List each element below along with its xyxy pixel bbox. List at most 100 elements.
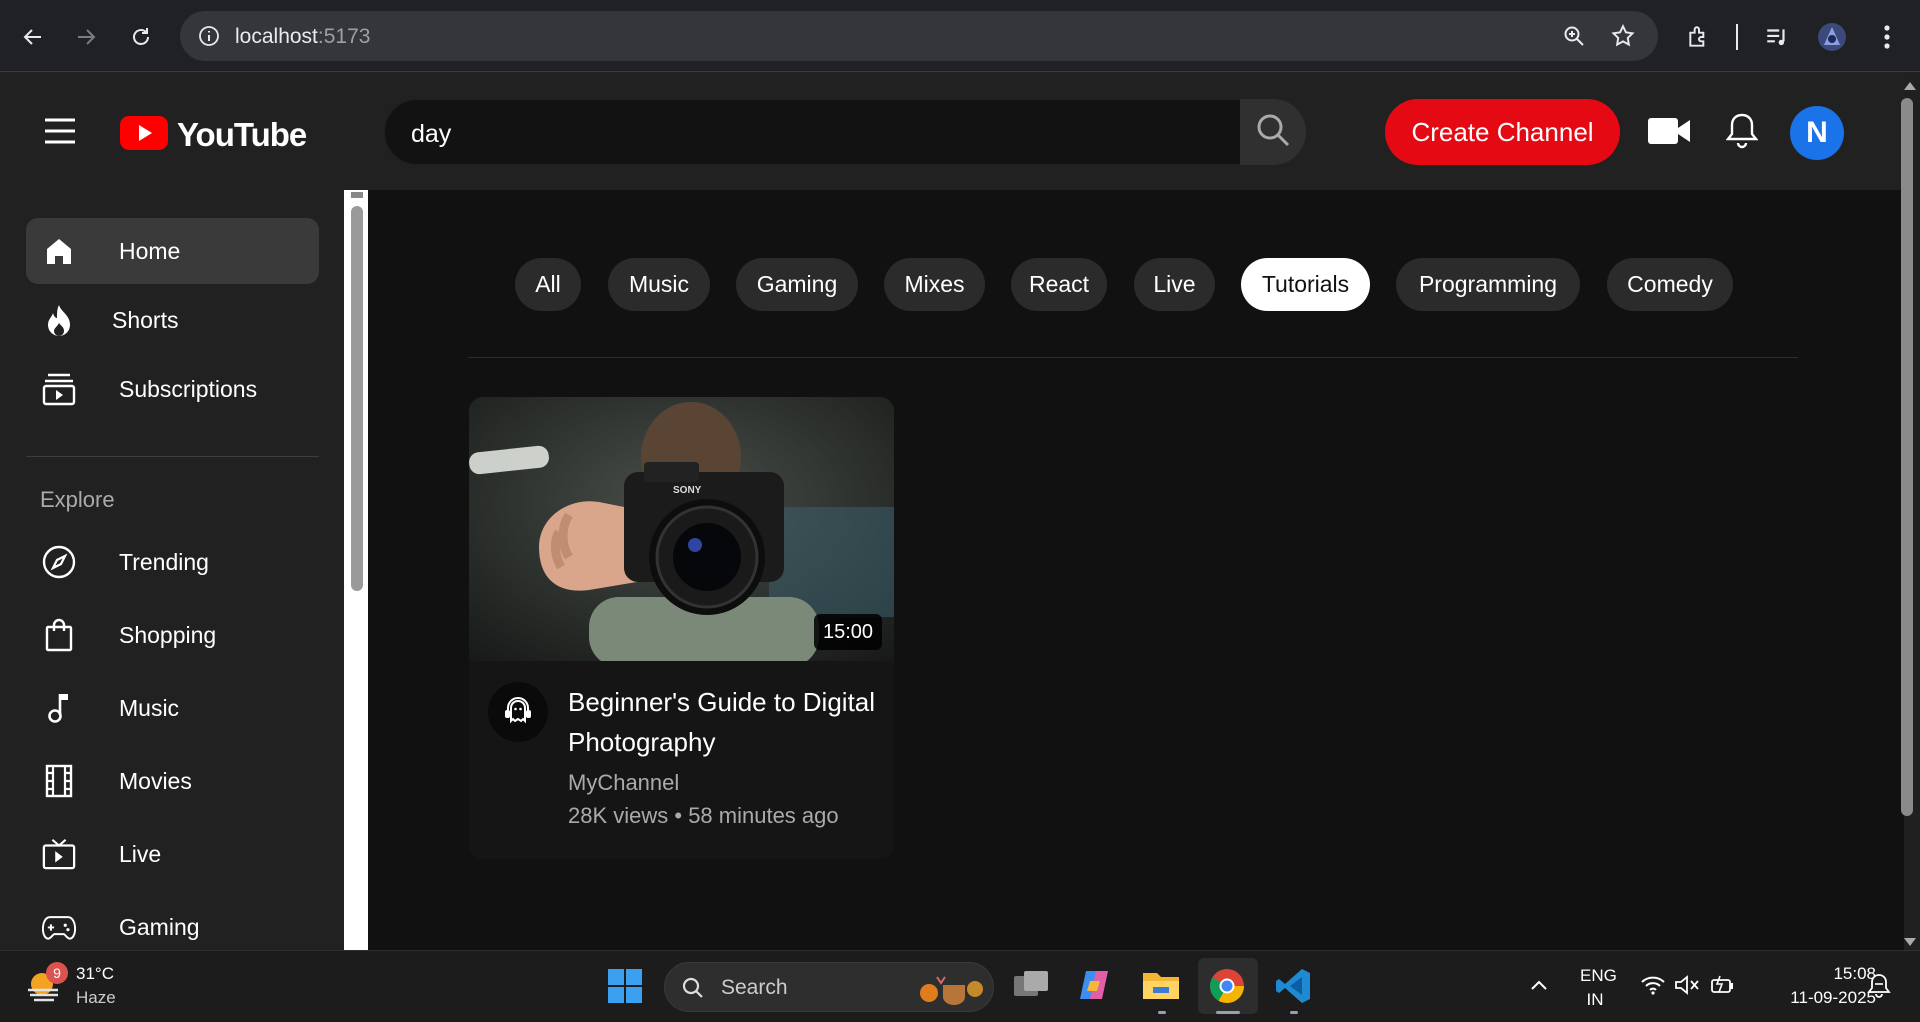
url-host: localhost <box>235 25 318 48</box>
scroll-up-arrow-icon[interactable] <box>1903 78 1917 96</box>
shopping-bag-icon <box>42 618 76 652</box>
chip-mixes[interactable]: Mixes <box>884 258 985 311</box>
gamepad-icon <box>42 910 76 944</box>
live-tv-icon <box>42 837 76 871</box>
copilot-icon[interactable] <box>1076 967 1112 1008</box>
vscode-icon[interactable] <box>1274 967 1312 1010</box>
sidebar-item-label: Music <box>119 694 180 721</box>
page-scrollbar-thumb[interactable] <box>1901 98 1913 816</box>
user-avatar[interactable]: N <box>1790 106 1844 160</box>
search-icon <box>681 976 705 1005</box>
zoom-icon[interactable] <box>1562 24 1586 53</box>
chip-live[interactable]: Live <box>1134 258 1215 311</box>
search-button[interactable] <box>1240 99 1306 165</box>
temperature: 31°C <box>76 964 114 983</box>
home-icon <box>42 234 76 268</box>
more-menu-icon[interactable] <box>1870 20 1904 54</box>
compass-icon <box>42 545 76 579</box>
extensions-icon[interactable] <box>1682 20 1716 54</box>
address-bar[interactable]: localhost:5173 <box>180 11 1658 61</box>
weather-badge: 9 <box>46 962 68 984</box>
url-port: :5173 <box>317 25 371 48</box>
file-explorer-indicator <box>1158 1011 1166 1014</box>
ghost-headphones-icon <box>500 692 536 733</box>
bookmark-star-icon[interactable] <box>1610 23 1636 54</box>
chip-tutorials[interactable]: Tutorials <box>1241 258 1370 311</box>
video-camera-icon[interactable] <box>1648 116 1690 151</box>
clock[interactable]: 15:08 11-09-2025 <box>1760 964 1876 1008</box>
site-info-icon[interactable] <box>198 25 220 52</box>
sidebar-scrollbar-thumb[interactable] <box>351 206 363 591</box>
sidebar-item-trending[interactable]: Trending <box>26 529 319 595</box>
sidebar-item-label: Shopping <box>119 621 217 648</box>
profile-avatar-icon[interactable] <box>1815 20 1849 54</box>
toolbar-separator <box>1736 24 1738 50</box>
sidebar: Home Shorts Subscriptions Explore Trendi… <box>0 190 344 950</box>
sidebar-item-gaming[interactable]: Gaming <box>26 894 319 950</box>
sidebar-item-label: Gaming <box>119 913 200 940</box>
sidebar-item-label: Movies <box>119 767 192 794</box>
taskbar-search[interactable]: Search <box>664 962 994 1012</box>
chip-all[interactable]: All <box>515 258 581 311</box>
chip-programming[interactable]: Programming <box>1396 258 1580 311</box>
sidebar-item-label: Subscriptions <box>119 375 258 402</box>
browser-toolbar: localhost:5173 <box>0 0 1920 72</box>
sidebar-item-music[interactable]: Music <box>26 675 319 741</box>
chip-music[interactable]: Music <box>608 258 710 311</box>
sidebar-item-movies[interactable]: Movies <box>26 748 319 814</box>
film-icon <box>42 764 76 798</box>
video-duration-badge: 15:00 <box>814 614 882 650</box>
music-note-icon <box>42 691 76 725</box>
language-code: ENG <box>1580 966 1617 985</box>
back-icon[interactable] <box>16 20 50 54</box>
chip-react[interactable]: React <box>1011 258 1107 311</box>
file-explorer-icon[interactable] <box>1141 967 1181 1008</box>
language-indicator[interactable]: ENG IN <box>1580 966 1617 1010</box>
volume-muted-icon[interactable] <box>1674 974 1700 1001</box>
forward-icon[interactable] <box>69 20 103 54</box>
wifi-icon[interactable] <box>1640 974 1666 1001</box>
svg-text:SONY: SONY <box>673 485 702 496</box>
chip-comedy[interactable]: Comedy <box>1607 258 1733 311</box>
url-text: localhost:5173 <box>235 25 370 49</box>
windows-start-icon[interactable] <box>607 968 643 1009</box>
explore-heading: Explore <box>40 487 115 512</box>
notifications-bell-icon[interactable] <box>1725 112 1759 155</box>
sidebar-item-shopping[interactable]: Shopping <box>26 602 319 668</box>
subscriptions-icon <box>42 372 76 406</box>
media-control-icon[interactable] <box>1760 20 1794 54</box>
weather-condition: Haze <box>76 988 116 1007</box>
task-view-icon[interactable] <box>1012 968 1050 1007</box>
sidebar-item-label: Shorts <box>112 306 179 333</box>
show-hidden-icons-chevron-icon[interactable] <box>1530 978 1548 996</box>
chrome-active-indicator <box>1216 1011 1240 1014</box>
reload-icon[interactable] <box>124 20 158 54</box>
hamburger-menu-icon[interactable] <box>44 117 76 150</box>
sidebar-item-live[interactable]: Live <box>26 821 319 887</box>
logo-text[interactable]: YouTube <box>177 116 307 154</box>
battery-charging-icon[interactable] <box>1710 974 1736 1001</box>
autumn-decor-icon <box>917 971 987 1010</box>
region-code: IN <box>1586 990 1604 1009</box>
sidebar-scroll-up-arrow[interactable] <box>351 192 363 198</box>
sidebar-item-subscriptions[interactable]: Subscriptions <box>26 356 319 422</box>
channel-name[interactable]: MyChannel <box>568 770 679 796</box>
chrome-icon[interactable] <box>1208 967 1246 1010</box>
chip-gaming[interactable]: Gaming <box>736 258 858 311</box>
channel-avatar[interactable] <box>488 682 548 742</box>
clock-date: 11-09-2025 <box>1790 988 1876 1007</box>
search-input[interactable]: day <box>384 99 1241 165</box>
sidebar-divider <box>26 456 319 457</box>
youtube-logo-icon[interactable] <box>120 116 168 155</box>
vscode-indicator <box>1290 1011 1298 1014</box>
search-input-value: day <box>411 120 452 148</box>
sidebar-item-shorts[interactable]: Shorts <box>26 287 319 353</box>
video-title[interactable]: Beginner's Guide to Digital Photography <box>568 682 878 762</box>
search-icon <box>1255 112 1291 153</box>
clock-time: 15:08 <box>1833 964 1876 983</box>
sidebar-item-home[interactable]: Home <box>26 218 319 284</box>
notification-center-icon[interactable] <box>1866 972 1892 1003</box>
sidebar-item-label: Home <box>119 237 181 264</box>
sidebar-item-label: Trending <box>119 548 209 575</box>
create-channel-button[interactable]: Create Channel <box>1385 99 1620 165</box>
